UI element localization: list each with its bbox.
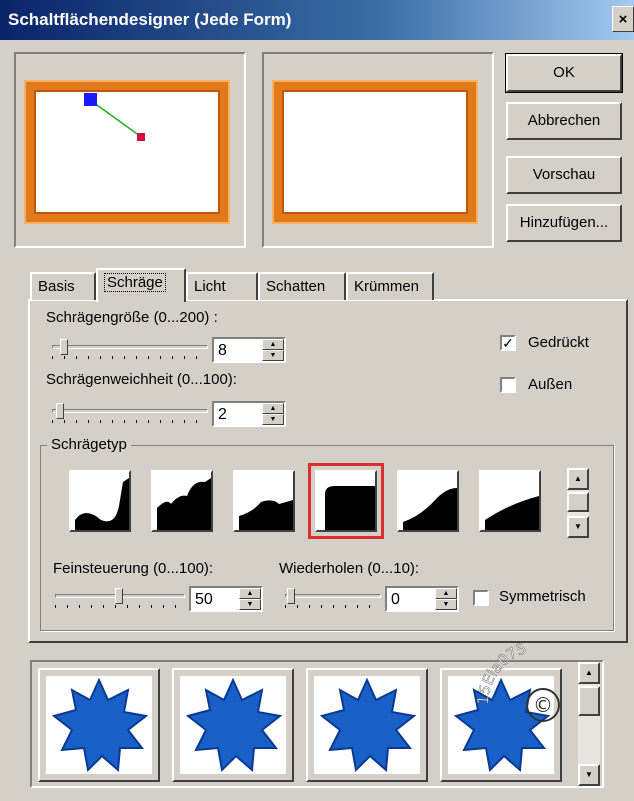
tab-kruemmen[interactable]: Krümmen bbox=[346, 272, 434, 300]
tab-schatten[interactable]: Schatten bbox=[258, 272, 346, 300]
preset-item[interactable] bbox=[440, 668, 562, 782]
bevel-shape-1[interactable] bbox=[69, 470, 131, 532]
repeat-spinner[interactable]: 0 ▲ ▼ bbox=[385, 586, 459, 612]
outside-label: Außen bbox=[528, 376, 573, 393]
bevel-softness-label: Schrägenweichheit (0...100): bbox=[46, 371, 237, 388]
bevel-size-label: Schrägengröße (0...200) : bbox=[46, 309, 218, 326]
preset-item[interactable] bbox=[38, 668, 160, 782]
bevel-shape-2[interactable] bbox=[151, 470, 213, 532]
bevel-shape-5[interactable] bbox=[397, 470, 459, 532]
spin-down-icon[interactable]: ▼ bbox=[262, 350, 284, 361]
bevel-softness-spinner[interactable]: 2 ▲ ▼ bbox=[212, 401, 286, 427]
spin-down-icon[interactable]: ▼ bbox=[435, 599, 457, 610]
scroll-down-icon[interactable]: ▼ bbox=[578, 764, 600, 786]
slider-thumb[interactable] bbox=[287, 588, 295, 604]
tab-licht[interactable]: Licht bbox=[186, 272, 258, 300]
tab-schraege[interactable]: Schräge bbox=[96, 268, 186, 302]
preview-frame bbox=[24, 80, 230, 224]
fine-tuning-spinner[interactable]: 50 ▲ ▼ bbox=[189, 586, 263, 612]
spin-up-icon[interactable]: ▲ bbox=[239, 588, 261, 599]
pressed-checkbox[interactable]: ✓ bbox=[500, 335, 516, 351]
preview-frame bbox=[272, 80, 478, 224]
bevel-handle[interactable] bbox=[34, 90, 220, 214]
outside-checkbox[interactable] bbox=[500, 377, 516, 393]
preset-item[interactable] bbox=[172, 668, 294, 782]
fine-tuning-value[interactable]: 50 bbox=[195, 591, 213, 609]
handle-end[interactable] bbox=[137, 133, 145, 141]
fine-tuning-label: Feinsteuerung (0...100): bbox=[53, 560, 214, 577]
scroll-up-icon[interactable]: ▲ bbox=[567, 468, 589, 490]
slider-thumb[interactable] bbox=[56, 403, 64, 419]
bevel-shape-6[interactable] bbox=[479, 470, 541, 532]
preview-button[interactable]: Vorschau bbox=[506, 156, 622, 194]
star-badge-icon bbox=[453, 677, 551, 773]
bevel-shape-3[interactable] bbox=[233, 470, 295, 532]
gallery-scrollbar[interactable]: ▲ ▼ bbox=[578, 662, 600, 786]
repeat-label: Wiederholen (0...10): bbox=[279, 560, 420, 577]
spin-up-icon[interactable]: ▲ bbox=[435, 588, 457, 599]
preset-gallery: ▲ ▼ bbox=[30, 660, 604, 788]
slider-thumb[interactable] bbox=[115, 588, 123, 604]
bevel-size-value[interactable]: 8 bbox=[218, 342, 227, 360]
window-title: Schaltflächendesigner (Jede Form) bbox=[8, 10, 292, 29]
add-button[interactable]: Hinzufügen... bbox=[506, 204, 622, 242]
bevel-size-slider[interactable] bbox=[52, 339, 208, 361]
tab-basis[interactable]: Basis bbox=[30, 272, 96, 300]
tab-panel: Schrägengröße (0...200) : 8 ▲ ▼ Schrägenw… bbox=[28, 299, 628, 643]
spin-down-icon[interactable]: ▼ bbox=[239, 599, 261, 610]
bevel-softness-value[interactable]: 2 bbox=[218, 406, 227, 424]
bevel-type-scrollbar[interactable]: ▲ ▼ bbox=[567, 468, 589, 538]
scroll-up-icon[interactable]: ▲ bbox=[578, 662, 600, 684]
pressed-label: Gedrückt bbox=[528, 334, 589, 351]
handle-start[interactable] bbox=[84, 93, 97, 106]
preview-original[interactable] bbox=[14, 52, 246, 248]
scroll-thumb[interactable] bbox=[567, 492, 589, 512]
star-badge-icon bbox=[319, 677, 417, 773]
fine-tuning-slider[interactable] bbox=[55, 588, 185, 610]
preview-result bbox=[262, 52, 494, 248]
bevel-softness-slider[interactable] bbox=[52, 403, 208, 425]
scroll-thumb[interactable] bbox=[578, 686, 600, 716]
star-badge-icon bbox=[51, 677, 149, 773]
bevel-size-spinner[interactable]: 8 ▲ ▼ bbox=[212, 337, 286, 363]
scroll-down-icon[interactable]: ▼ bbox=[567, 516, 589, 538]
close-button[interactable]: × bbox=[612, 6, 634, 32]
spin-up-icon[interactable]: ▲ bbox=[262, 339, 284, 350]
bevel-type-label: Schrägetyp bbox=[47, 436, 131, 453]
repeat-slider[interactable] bbox=[285, 588, 381, 610]
symmetric-label: Symmetrisch bbox=[499, 588, 586, 605]
symmetric-checkbox[interactable] bbox=[473, 590, 489, 606]
bevel-shape-4[interactable] bbox=[308, 463, 384, 539]
preset-item[interactable] bbox=[306, 668, 428, 782]
bevel-type-group: Schrägetyp ▲ ▼ Feinsteuerung (0...100): bbox=[40, 436, 614, 631]
spin-up-icon[interactable]: ▲ bbox=[262, 403, 284, 414]
spin-down-icon[interactable]: ▼ bbox=[262, 414, 284, 425]
slider-thumb[interactable] bbox=[60, 339, 68, 355]
star-badge-icon bbox=[185, 677, 283, 773]
ok-button[interactable]: OK bbox=[505, 53, 623, 93]
cancel-button[interactable]: Abbrechen bbox=[506, 102, 622, 140]
repeat-value[interactable]: 0 bbox=[391, 591, 400, 609]
title-bar: Schaltflächendesigner (Jede Form) × bbox=[0, 0, 634, 40]
